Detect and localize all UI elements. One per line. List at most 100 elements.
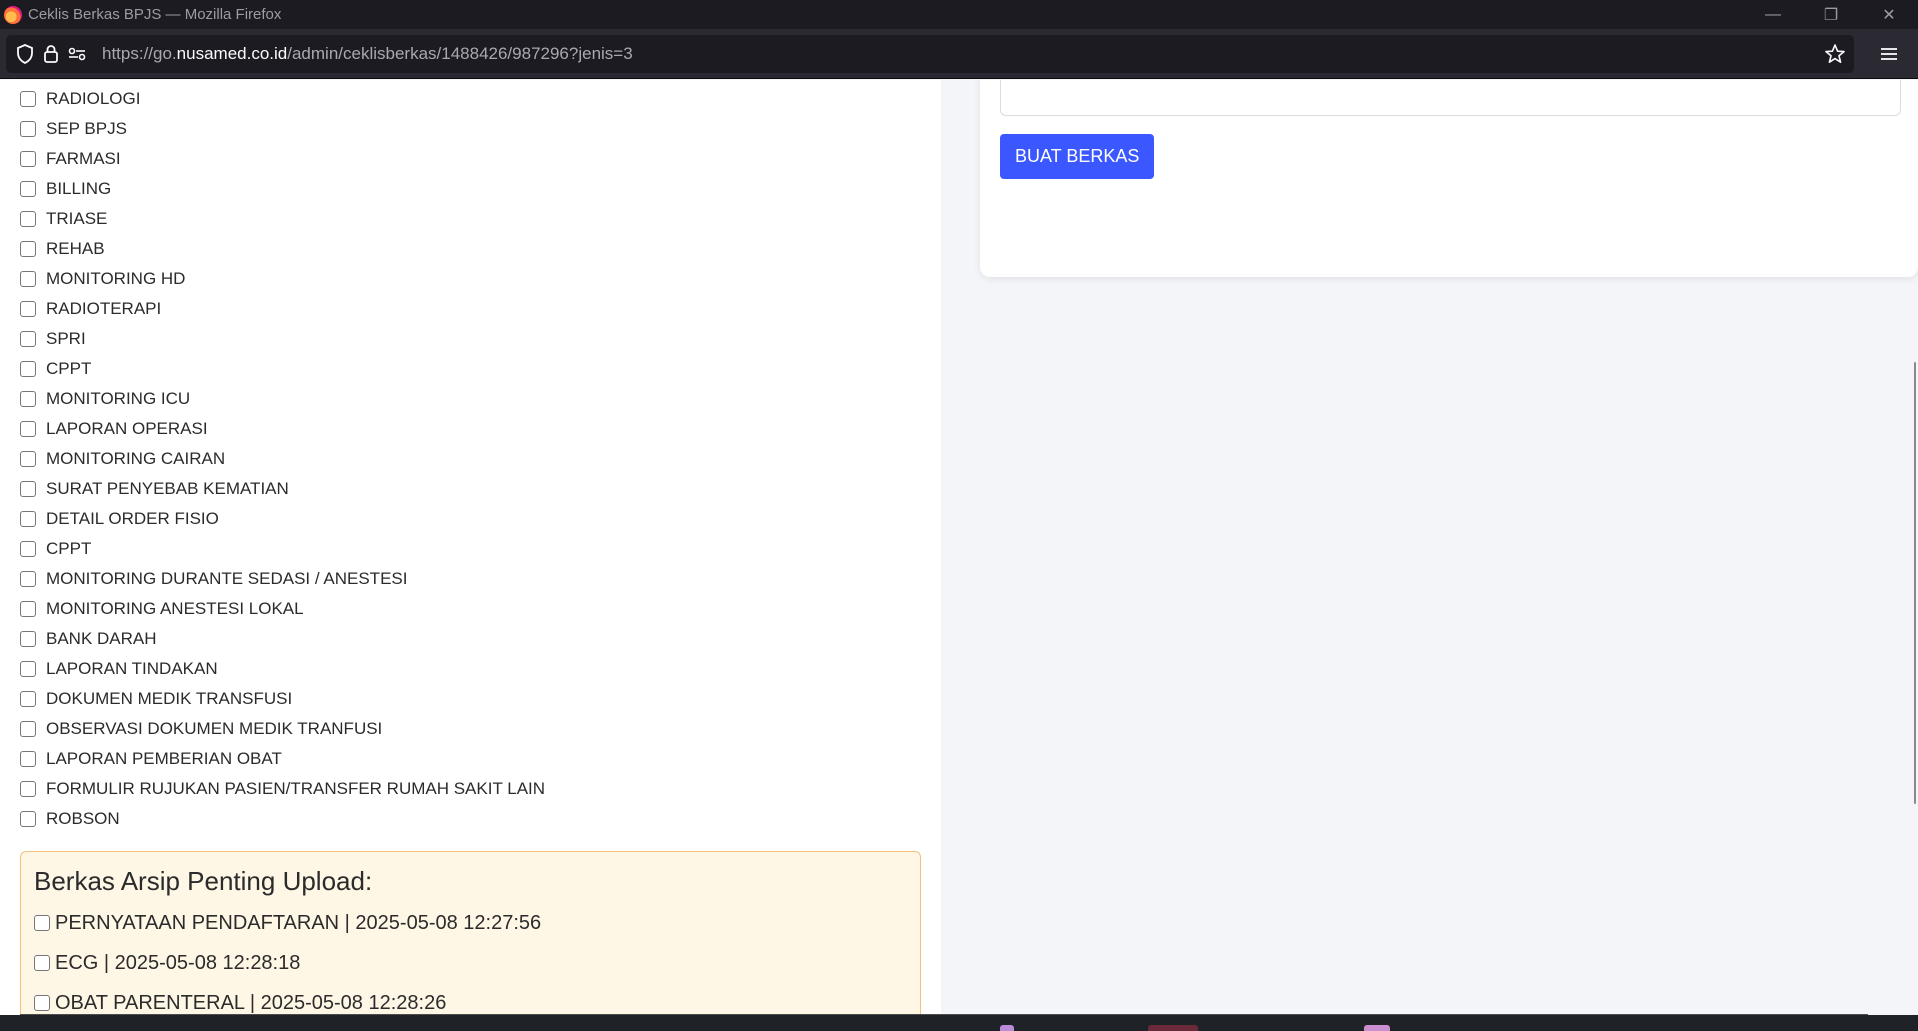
checklist-item[interactable]: OBSERVASI DOKUMEN MEDIK TRANFUSI — [20, 714, 545, 744]
checklist-item[interactable]: REHAB — [20, 234, 545, 264]
checkbox[interactable] — [20, 541, 36, 557]
checklist-item[interactable]: LAPORAN OPERASI — [20, 414, 545, 444]
checklist-item[interactable]: FORMULIR RUJUKAN PASIEN/TRANSFER RUMAH S… — [20, 774, 545, 804]
checklist-item[interactable]: ROBSON — [20, 804, 545, 834]
checkbox[interactable] — [20, 241, 36, 257]
url-bar[interactable]: https://go.nusamed.co.id/admin/ceklisber… — [6, 35, 1854, 73]
menu-hamburger-icon[interactable] — [1876, 41, 1902, 67]
document-checklist: RADIOLOGI SEP BPJS FARMASI BILLING TRIAS… — [20, 84, 545, 834]
archive-upload-panel: Berkas Arsip Penting Upload: PERNYATAAN … — [20, 851, 921, 1015]
checklist-item[interactable]: MONITORING DURANTE SEDASI / ANESTESI — [20, 564, 545, 594]
checkbox[interactable] — [20, 91, 36, 107]
checklist-item[interactable]: BANK DARAH — [20, 624, 545, 654]
checkbox[interactable] — [20, 451, 36, 467]
checkbox[interactable] — [20, 121, 36, 137]
archive-label: OBAT PARENTERAL | 2025-05-08 12:28:26 — [55, 991, 447, 1014]
archive-list: PERNYATAAN PENDAFTARAN | 2025-05-08 12:2… — [34, 903, 920, 1015]
checkbox[interactable] — [20, 661, 36, 677]
checklist-item[interactable]: CPPT — [20, 534, 545, 564]
checkbox[interactable] — [20, 151, 36, 167]
checklist-item[interactable]: DOKUMEN MEDIK TRANSFUSI — [20, 684, 545, 714]
checkbox[interactable] — [20, 331, 36, 347]
checkbox[interactable] — [20, 571, 36, 587]
minimize-button[interactable]: — — [1744, 0, 1802, 29]
page-scrollbar[interactable] — [1913, 80, 1918, 1015]
checklist-label: FORMULIR RUJUKAN PASIEN/TRANSFER RUMAH S… — [46, 779, 546, 798]
checklist-item[interactable]: SURAT PENYEBAB KEMATIAN — [20, 474, 545, 504]
checkbox[interactable] — [20, 211, 36, 227]
checklist-label: CPPT — [46, 359, 92, 378]
taskbar-app-icon[interactable] — [1000, 1025, 1014, 1031]
checkbox[interactable] — [20, 721, 36, 737]
taskbar-app-icon[interactable] — [1364, 1025, 1390, 1031]
window-controls: — ❐ ✕ — [1744, 0, 1918, 29]
url-text[interactable]: https://go.nusamed.co.id/admin/ceklisber… — [102, 44, 633, 64]
checklist-label: MONITORING CAIRAN — [46, 449, 226, 468]
checklist-item[interactable]: RADIOLOGI — [20, 84, 545, 114]
archive-item[interactable]: PERNYATAAN PENDAFTARAN | 2025-05-08 12:2… — [34, 903, 920, 943]
checklist-item[interactable]: DETAIL ORDER FISIO — [20, 504, 545, 534]
archive-title: Berkas Arsip Penting Upload: — [34, 866, 373, 896]
checkbox[interactable] — [20, 271, 36, 287]
taskbar-app-icon[interactable] — [1148, 1025, 1198, 1031]
checklist-label: OBSERVASI DOKUMEN MEDIK TRANFUSI — [46, 719, 383, 738]
checkbox[interactable] — [20, 511, 36, 527]
checkbox[interactable] — [20, 181, 36, 197]
checklist-item[interactable]: SEP BPJS — [20, 114, 545, 144]
navigation-toolbar: https://go.nusamed.co.id/admin/ceklisber… — [0, 29, 1918, 79]
checkbox[interactable] — [34, 915, 50, 931]
bookmark-star-icon[interactable] — [1822, 41, 1848, 67]
os-taskbar — [0, 1015, 1918, 1031]
checklist-label: DETAIL ORDER FISIO — [46, 509, 219, 528]
left-panel: RADIOLOGI SEP BPJS FARMASI BILLING TRIAS… — [0, 80, 941, 1015]
checklist-label: RADIOTERAPI — [46, 299, 162, 318]
notes-textarea[interactable] — [1000, 80, 1901, 116]
checklist-item[interactable]: MONITORING ANESTESI LOKAL — [20, 594, 545, 624]
scrollbar-thumb[interactable] — [1914, 362, 1916, 804]
checkbox[interactable] — [20, 811, 36, 827]
restore-button[interactable]: ❐ — [1802, 0, 1860, 29]
permissions-icon[interactable] — [64, 41, 90, 67]
checkbox[interactable] — [20, 691, 36, 707]
checkbox[interactable] — [20, 781, 36, 797]
window-titlebar: Ceklis Berkas BPJS — Mozilla Firefox — ❐… — [0, 0, 1918, 29]
checklist-item[interactable]: MONITORING CAIRAN — [20, 444, 545, 474]
checklist-item[interactable]: MONITORING ICU — [20, 384, 545, 414]
checkbox[interactable] — [20, 361, 36, 377]
checklist-item[interactable]: FARMASI — [20, 144, 545, 174]
form-card: BUAT BERKAS — [980, 80, 1918, 277]
checkbox[interactable] — [20, 301, 36, 317]
checkbox[interactable] — [20, 601, 36, 617]
checklist-item[interactable]: CPPT — [20, 354, 545, 384]
checklist-item[interactable]: BILLING — [20, 174, 545, 204]
checkbox[interactable] — [34, 955, 50, 971]
checklist-label: SEP BPJS — [46, 119, 127, 138]
checkbox[interactable] — [20, 751, 36, 767]
checklist-label: SPRI — [46, 329, 86, 348]
checkbox[interactable] — [20, 421, 36, 437]
archive-item[interactable]: OBAT PARENTERAL | 2025-05-08 12:28:26 — [34, 983, 920, 1015]
checklist-label: REHAB — [46, 239, 105, 258]
window-title: Ceklis Berkas BPJS — Mozilla Firefox — [28, 6, 282, 23]
checkbox[interactable] — [20, 481, 36, 497]
checklist-item[interactable]: SPRI — [20, 324, 545, 354]
close-button[interactable]: ✕ — [1860, 0, 1918, 29]
checkbox[interactable] — [20, 391, 36, 407]
lock-icon[interactable] — [38, 41, 64, 67]
checklist-label: ROBSON — [46, 809, 120, 828]
checklist-label: MONITORING DURANTE SEDASI / ANESTESI — [46, 569, 408, 588]
url-prefix: https://go. — [102, 44, 177, 63]
checkbox[interactable] — [20, 631, 36, 647]
tracking-shield-icon[interactable] — [12, 41, 38, 67]
firefox-logo-icon — [4, 5, 22, 24]
archive-item[interactable]: ECG | 2025-05-08 12:28:18 — [34, 943, 920, 983]
checklist-label: FARMASI — [46, 149, 121, 168]
create-document-button[interactable]: BUAT BERKAS — [1000, 134, 1155, 179]
checklist-item[interactable]: RADIOTERAPI — [20, 294, 545, 324]
checkbox[interactable] — [34, 995, 50, 1011]
checklist-item[interactable]: LAPORAN TINDAKAN — [20, 654, 545, 684]
checklist-label: TRIASE — [46, 209, 108, 228]
checklist-item[interactable]: MONITORING HD — [20, 264, 545, 294]
checklist-item[interactable]: LAPORAN PEMBERIAN OBAT — [20, 744, 545, 774]
checklist-item[interactable]: TRIASE — [20, 204, 545, 234]
